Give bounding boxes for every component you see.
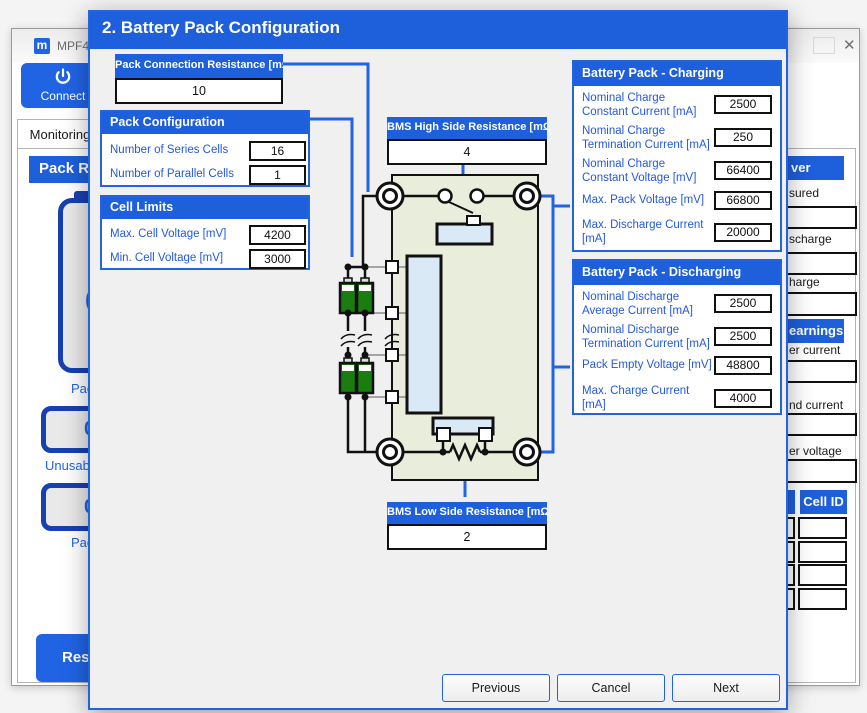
nominal-charge-termination-current-label: Nominal Charge Termination Current [mA] bbox=[582, 125, 710, 152]
power-icon bbox=[54, 68, 72, 86]
pack-configuration-panel: Pack Configuration Number of Series Cell… bbox=[100, 110, 310, 187]
charge-label: harge bbox=[789, 275, 820, 289]
max-pack-voltage-input[interactable]: 66800 bbox=[714, 191, 772, 210]
dialog-title: 2. Battery Pack Configuration bbox=[102, 18, 340, 38]
max-cell-voltage-label: Max. Cell Voltage [mV] bbox=[110, 228, 226, 242]
min-cell-voltage-input[interactable]: 3000 bbox=[249, 249, 306, 269]
discharging-panel-title: Battery Pack - Discharging bbox=[574, 261, 780, 285]
parallel-cells-input[interactable]: 1 bbox=[249, 165, 306, 185]
previous-button[interactable]: Previous bbox=[442, 674, 550, 702]
nominal-charge-constant-voltage-label: Nominal Charge Constant Voltage [mV] bbox=[582, 158, 696, 185]
current-label-1: er current bbox=[789, 343, 840, 357]
nominal-discharge-termination-current-input[interactable]: 2500 bbox=[714, 327, 772, 346]
nominal-discharge-termination-current-label: Nominal Discharge Termination Current [m… bbox=[582, 324, 710, 351]
series-cells-input[interactable]: 16 bbox=[249, 141, 306, 161]
battery-pack-discharging-panel: Battery Pack - Discharging Nominal Disch… bbox=[572, 259, 782, 415]
cell-row-4-b[interactable] bbox=[798, 588, 847, 610]
pack-empty-voltage-label: Pack Empty Voltage [mV] bbox=[582, 359, 712, 373]
cell-limits-panel: Cell Limits Max. Cell Voltage [mV] 4200 … bbox=[100, 195, 310, 270]
nominal-discharge-average-current-input[interactable]: 2500 bbox=[714, 294, 772, 313]
nominal-discharge-average-current-label: Nominal Discharge Average Current [mA] bbox=[582, 291, 693, 318]
pack-empty-voltage-input[interactable]: 48800 bbox=[714, 356, 772, 375]
pack-connection-resistance-header: Pack Connection Resistance [mΩ] bbox=[115, 54, 283, 78]
max-cell-voltage-input[interactable]: 4200 bbox=[249, 225, 306, 245]
unusable-gauge-label: Unusabl bbox=[45, 458, 93, 473]
max-pack-voltage-label: Max. Pack Voltage [mV] bbox=[582, 194, 704, 208]
nominal-charge-termination-current-input[interactable]: 250 bbox=[714, 128, 772, 147]
pack-connection-resistance-input[interactable]: 10 bbox=[115, 78, 283, 104]
maximize-icon[interactable] bbox=[813, 37, 835, 54]
voltage-label: er voltage bbox=[789, 444, 842, 458]
battery-pack-charging-panel: Battery Pack - Charging Nominal Charge C… bbox=[572, 60, 782, 252]
battery-pack-configuration-dialog: 2. Battery Pack Configuration Pack Conne… bbox=[88, 10, 788, 710]
cell-row-3-b[interactable] bbox=[798, 564, 847, 586]
max-charge-current-input[interactable]: 4000 bbox=[714, 389, 772, 408]
cell-limits-title: Cell Limits bbox=[102, 197, 308, 219]
bms-low-side-resistance-header: BMS Low Side Resistance [mΩ] bbox=[387, 502, 547, 524]
discharge-label: scharge bbox=[789, 232, 832, 246]
cell-row-2-b[interactable] bbox=[798, 541, 847, 563]
bms-high-side-resistance-header: BMS High Side Resistance [mΩ] bbox=[387, 117, 547, 139]
cell-row-1-b[interactable] bbox=[798, 517, 847, 539]
max-discharge-current-label: Max. Discharge Current [mA] bbox=[582, 219, 703, 246]
charging-panel-title: Battery Pack - Charging bbox=[574, 62, 780, 86]
nominal-charge-constant-current-input[interactable]: 2500 bbox=[714, 95, 772, 114]
parallel-cells-label: Number of Parallel Cells bbox=[110, 168, 234, 182]
next-button[interactable]: Next bbox=[672, 674, 780, 702]
dialog-titlebar: 2. Battery Pack Configuration bbox=[90, 12, 786, 49]
cell-id-header: Cell ID bbox=[800, 490, 847, 514]
max-charge-current-label: Max. Charge Current [mA] bbox=[582, 385, 689, 412]
pack-configuration-title: Pack Configuration bbox=[102, 112, 308, 134]
cancel-button[interactable]: Cancel bbox=[557, 674, 665, 702]
bms-low-side-resistance-input[interactable]: 2 bbox=[387, 524, 547, 550]
current-label-2: nd current bbox=[789, 398, 843, 412]
min-cell-voltage-label: Min. Cell Voltage [mV] bbox=[110, 252, 223, 266]
nominal-charge-constant-voltage-input[interactable]: 66400 bbox=[714, 161, 772, 180]
close-icon[interactable]: ✕ bbox=[843, 36, 856, 54]
bms-high-side-resistance-input[interactable]: 4 bbox=[387, 139, 547, 165]
series-cells-label: Number of Series Cells bbox=[110, 144, 228, 158]
measured-label: sured bbox=[789, 186, 819, 200]
nominal-charge-constant-current-label: Nominal Charge Constant Current [mA] bbox=[582, 92, 696, 119]
mps-logo-icon: m bbox=[34, 38, 50, 54]
max-discharge-current-input[interactable]: 20000 bbox=[714, 223, 772, 242]
